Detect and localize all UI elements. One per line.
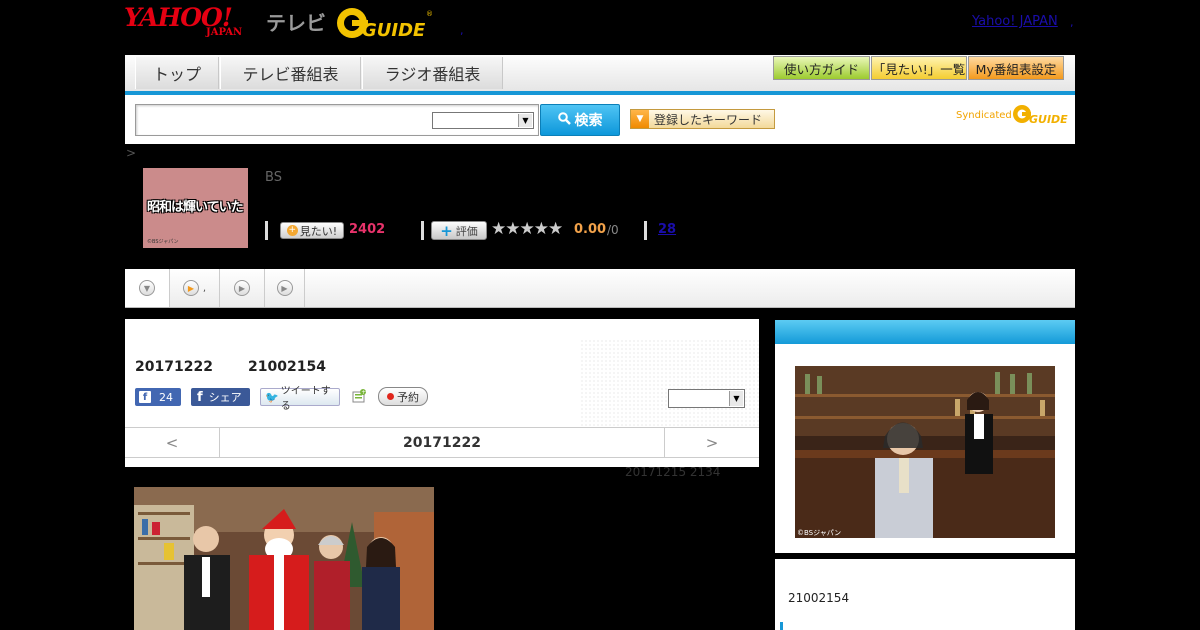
search-button[interactable]: 検索 [540,104,620,136]
record-icon [387,393,394,400]
divider [644,221,647,240]
tv-logo-text: テレビ [266,11,326,35]
want-to-watch-count: 2402 [349,222,386,237]
prev-date-button[interactable]: < [125,428,220,457]
thumbnail-credit: ©BSジャパン [147,239,179,245]
star-icon: ★★★★★ [491,219,563,239]
rate-label: 評価 [455,224,478,238]
sidebar-photo-credit: ©BSジャパン [797,529,841,537]
channel-label: BS [265,170,282,185]
tab-1[interactable]: ▶ , [170,269,220,307]
facebook-like-count: 24 [159,390,173,404]
facebook-icon: f [139,391,151,403]
syndicated-logo-text: GUIDE [1029,113,1068,126]
global-nav: トップ テレビ番組表 ラジオ番組表 使い方ガイド 「見たい!」一覧 My番組表設… [125,55,1075,95]
nav-date: 20171222 [403,434,481,451]
svg-text:+: + [361,389,366,396]
episode-photo [134,487,434,630]
chevron-down-icon: ▼ [729,391,743,406]
svg-text:®: ® [426,10,433,18]
facebook-like-button[interactable]: f 24 [135,388,181,406]
thumbnail-title: 昭和は輝いていた [147,200,244,215]
divider [265,221,268,240]
tab-1-label: , [202,282,207,294]
comment-count-link[interactable]: 28 [658,222,676,237]
saved-keywords-button[interactable]: ▼ 登録したキーワード [630,109,775,129]
facebook-icon: f [197,389,203,405]
facebook-share-label: シェア [208,391,242,404]
search-button-label: 検索 [574,113,603,129]
breadcrumb: > [126,146,137,160]
previous-air-info: 20171215 2134 [625,465,721,479]
rate-button[interactable]: + 評価 [431,221,487,240]
plus-icon: + [440,221,453,240]
program-thumbnail[interactable]: 昭和は輝いていた ©BSジャパン [143,168,248,248]
divider [421,221,424,240]
rating-count: /0 [607,223,619,237]
want-to-watch-button[interactable]: + 見たい! [280,222,344,239]
yahoo-japan-logo-sub: JAPAN [206,27,243,38]
syndicated-label: Syndicated [956,110,1012,121]
sidebar-program-id: 21002154 [788,591,850,605]
search-category-select[interactable]: ▼ [432,112,534,129]
gguide-logo[interactable]: GUIDE ® [334,4,434,42]
saved-keywords-label: 登録したキーワード [654,112,763,127]
tab-tv-listings[interactable]: テレビ番組表 [220,57,361,89]
syndicated-gguide-logo: GUIDE [1012,102,1068,130]
next-date-button[interactable]: > [664,428,759,457]
play-icon: ▶ [276,280,293,296]
play-icon: ▶ [182,280,199,296]
episode-select[interactable]: ▼ [668,389,745,408]
header-separator: , [460,24,464,37]
air-date: 20171222 [135,359,213,375]
my-listings-settings-button[interactable]: My番組表設定 [968,56,1064,80]
sub-tabs: ▼ ▶ , ▶ ▶ [125,269,1075,308]
tab-2[interactable]: ▶ [220,269,265,307]
tab-3[interactable]: ▶ [265,269,305,307]
bookmark-icon[interactable]: + [351,388,367,404]
yahoo-japan-link[interactable]: Yahoo! JAPAN [972,14,1058,29]
tweet-button[interactable]: 🐦 ツイートする [260,386,340,412]
watchlist-button[interactable]: 「見たい!」一覧 [871,56,967,80]
sidebar-header [775,320,1075,344]
tweet-label: ツイートする [280,386,331,412]
rating-score: 0.00 [574,222,607,237]
decorative-dots [580,339,760,434]
triangle-down-icon: ▼ [631,110,649,128]
svg-text:GUIDE: GUIDE [362,20,426,41]
chevron-down-icon: ▼ [518,114,532,127]
record-label: 予約 [397,390,419,404]
triangle-down-icon: ▼ [139,280,155,296]
play-icon: ▶ [234,280,250,296]
plus-icon: + [286,225,298,236]
guide-button[interactable]: 使い方ガイド [773,56,870,80]
sidebar-accent-bar [780,622,783,630]
facebook-share-button[interactable]: f シェア [191,388,250,406]
record-button[interactable]: 予約 [378,387,428,406]
twitter-icon: 🐦 [265,390,279,404]
tab-top[interactable]: トップ [135,57,219,89]
header-link-separator: , [1070,16,1074,29]
want-to-watch-label: 見たい! [299,224,338,238]
program-id: 21002154 [248,359,326,375]
tab-radio-listings[interactable]: ラジオ番組表 [362,57,503,89]
search-icon [557,111,571,129]
tab-menu[interactable]: ▼ [125,269,170,307]
sidebar-photo: ©BSジャパン [795,354,1055,548]
date-navigation: < 20171222 > [125,427,759,458]
